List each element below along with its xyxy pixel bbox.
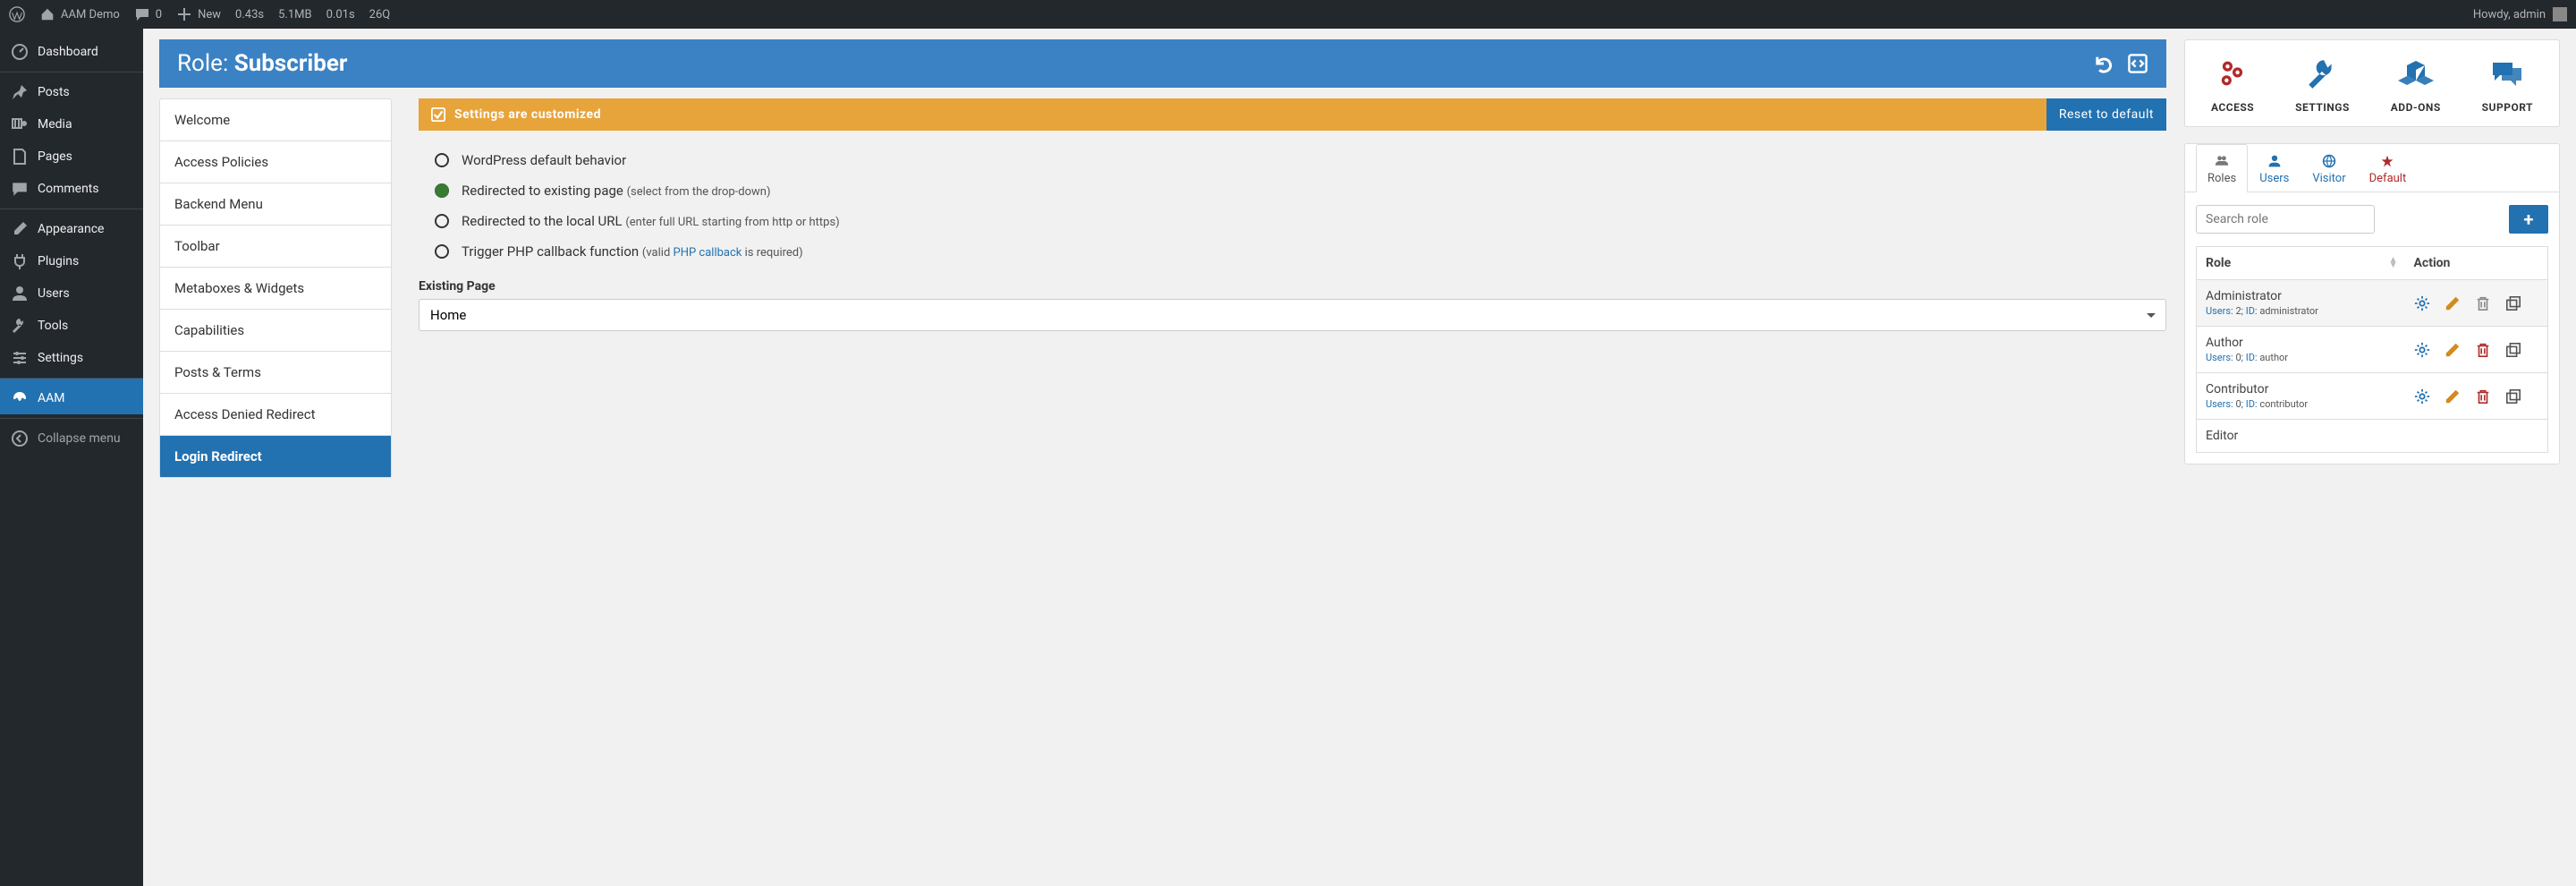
sidebar-item-dashboard[interactable]: Dashboard	[0, 36, 143, 68]
settings-panel: Settings are customized Reset to default…	[419, 98, 2166, 478]
feature-access-policies[interactable]: Access Policies	[160, 141, 391, 183]
table-row[interactable]: Administrator Users: 2; ID: administrato…	[2197, 280, 2548, 327]
trash-icon[interactable]	[2475, 342, 2491, 358]
sidebar-item-pages[interactable]: Pages	[0, 141, 143, 173]
col-role[interactable]: Role▲▼	[2197, 247, 2405, 280]
check-icon	[431, 107, 445, 122]
radio-php-callback[interactable]: Trigger PHP callback function (valid PHP…	[435, 236, 2150, 267]
manage-icon[interactable]	[2414, 342, 2430, 358]
reset-to-default-button[interactable]: Reset to default	[2046, 98, 2166, 131]
table-row[interactable]: Contributor Users: 0; ID: contributor	[2197, 373, 2548, 420]
sidebar-item-comments[interactable]: Comments	[0, 173, 143, 205]
tab-support[interactable]: SUPPORT	[2482, 56, 2533, 114]
role-name: Author	[2206, 336, 2396, 350]
trash-icon[interactable]	[2475, 388, 2491, 405]
existing-page-label: Existing Page	[419, 270, 2166, 299]
radio-default-behavior[interactable]: WordPress default behavior	[435, 145, 2150, 175]
feature-welcome[interactable]: Welcome	[160, 99, 391, 141]
feature-login-redirect[interactable]: Login Redirect	[160, 435, 391, 477]
avatar[interactable]	[2553, 7, 2567, 21]
subject-tab-roles[interactable]: Roles	[2196, 144, 2248, 192]
table-row[interactable]: Editor	[2197, 420, 2548, 453]
role-name: Contributor	[2206, 382, 2396, 396]
feature-metaboxes[interactable]: Metaboxes & Widgets	[160, 267, 391, 309]
feature-capabilities[interactable]: Capabilities	[160, 309, 391, 351]
wp-logo[interactable]	[9, 6, 25, 22]
sidebar-item-posts[interactable]: Posts	[0, 72, 143, 108]
star-icon	[2380, 154, 2394, 168]
user-icon	[2267, 154, 2282, 168]
radio-icon[interactable]	[435, 153, 449, 167]
tab-settings[interactable]: SETTINGS	[2295, 56, 2350, 114]
edit-icon[interactable]	[2445, 388, 2461, 405]
admin-sidebar: Dashboard Posts Media Pages Comments App…	[0, 29, 143, 886]
sidebar-item-appearance[interactable]: Appearance	[0, 209, 143, 245]
admin-bar: AAM Demo 0 New 0.43s 5.1MB 0.01s 26Q How…	[0, 0, 2576, 29]
collapse-menu[interactable]: Collapse menu	[0, 418, 143, 455]
sidebar-item-tools[interactable]: Tools	[0, 310, 143, 342]
radio-icon[interactable]	[435, 244, 449, 259]
clone-icon[interactable]	[2505, 295, 2521, 311]
code-icon[interactable]	[2127, 53, 2148, 74]
feature-backend-menu[interactable]: Backend Menu	[160, 183, 391, 225]
wrench-icon	[2304, 56, 2340, 90]
globe-icon	[2322, 154, 2336, 168]
radio-local-url[interactable]: Redirected to the local URL (enter full …	[435, 206, 2150, 236]
role-name: Administrator	[2206, 289, 2396, 303]
subject-tab-default[interactable]: Default	[2358, 144, 2419, 192]
howdy-link[interactable]: Howdy, admin	[2473, 8, 2546, 21]
clone-icon[interactable]	[2505, 388, 2521, 405]
reset-icon[interactable]	[2093, 53, 2114, 74]
tab-addons[interactable]: ADD-ONS	[2391, 56, 2441, 114]
site-name-link[interactable]: AAM Demo	[39, 6, 120, 22]
comments-link[interactable]: 0	[134, 6, 162, 22]
col-action: Action	[2405, 247, 2548, 280]
stat-sec: 0.01s	[326, 8, 355, 21]
feature-toolbar[interactable]: Toolbar	[160, 225, 391, 267]
sidebar-item-users[interactable]: Users	[0, 277, 143, 310]
users-icon	[2215, 154, 2229, 168]
existing-page-select[interactable]: Home	[419, 299, 2166, 331]
customized-notice: Settings are customized Reset to default	[419, 98, 2166, 131]
stat-queries: 26Q	[369, 8, 391, 21]
chat-icon	[2489, 56, 2525, 90]
role-name: Editor	[2206, 429, 2396, 443]
sidebar-item-plugins[interactable]: Plugins	[0, 245, 143, 277]
gears-icon	[2215, 56, 2250, 90]
subject-tab-users[interactable]: Users	[2248, 144, 2301, 192]
role-table: Role▲▼ Action Administrator Users: 2; ID…	[2196, 246, 2548, 453]
page-title-bar: Role: Subscriber	[159, 39, 2166, 88]
clone-icon[interactable]	[2505, 342, 2521, 358]
tab-access[interactable]: ACCESS	[2211, 56, 2254, 114]
cubes-icon	[2398, 56, 2434, 90]
sidebar-item-settings[interactable]: Settings	[0, 342, 143, 374]
page-title: Role: Subscriber	[177, 50, 347, 77]
feature-access-denied-redirect[interactable]: Access Denied Redirect	[160, 393, 391, 435]
radio-icon[interactable]	[435, 214, 449, 228]
trash-icon[interactable]	[2475, 295, 2491, 311]
sidebar-item-media[interactable]: Media	[0, 108, 143, 141]
table-row[interactable]: Author Users: 0; ID: author	[2197, 327, 2548, 373]
manage-icon[interactable]	[2414, 295, 2430, 311]
php-callback-link[interactable]: PHP callback	[674, 246, 742, 260]
feature-posts-terms[interactable]: Posts & Terms	[160, 351, 391, 393]
radio-icon[interactable]	[435, 183, 449, 198]
edit-icon[interactable]	[2445, 295, 2461, 311]
new-link[interactable]: New	[176, 6, 221, 22]
stat-time: 0.43s	[235, 8, 264, 21]
radio-existing-page[interactable]: Redirected to existing page (select from…	[435, 175, 2150, 206]
search-role-input[interactable]	[2196, 205, 2375, 234]
edit-icon[interactable]	[2445, 342, 2461, 358]
stat-mem: 5.1MB	[278, 8, 312, 21]
subject-tab-visitor[interactable]: Visitor	[2301, 144, 2357, 192]
manage-icon[interactable]	[2414, 388, 2430, 405]
sidebar-item-aam[interactable]: AAM	[0, 378, 143, 414]
add-role-button[interactable]: +	[2509, 205, 2548, 234]
feature-list: Welcome Access Policies Backend Menu Too…	[159, 98, 392, 478]
